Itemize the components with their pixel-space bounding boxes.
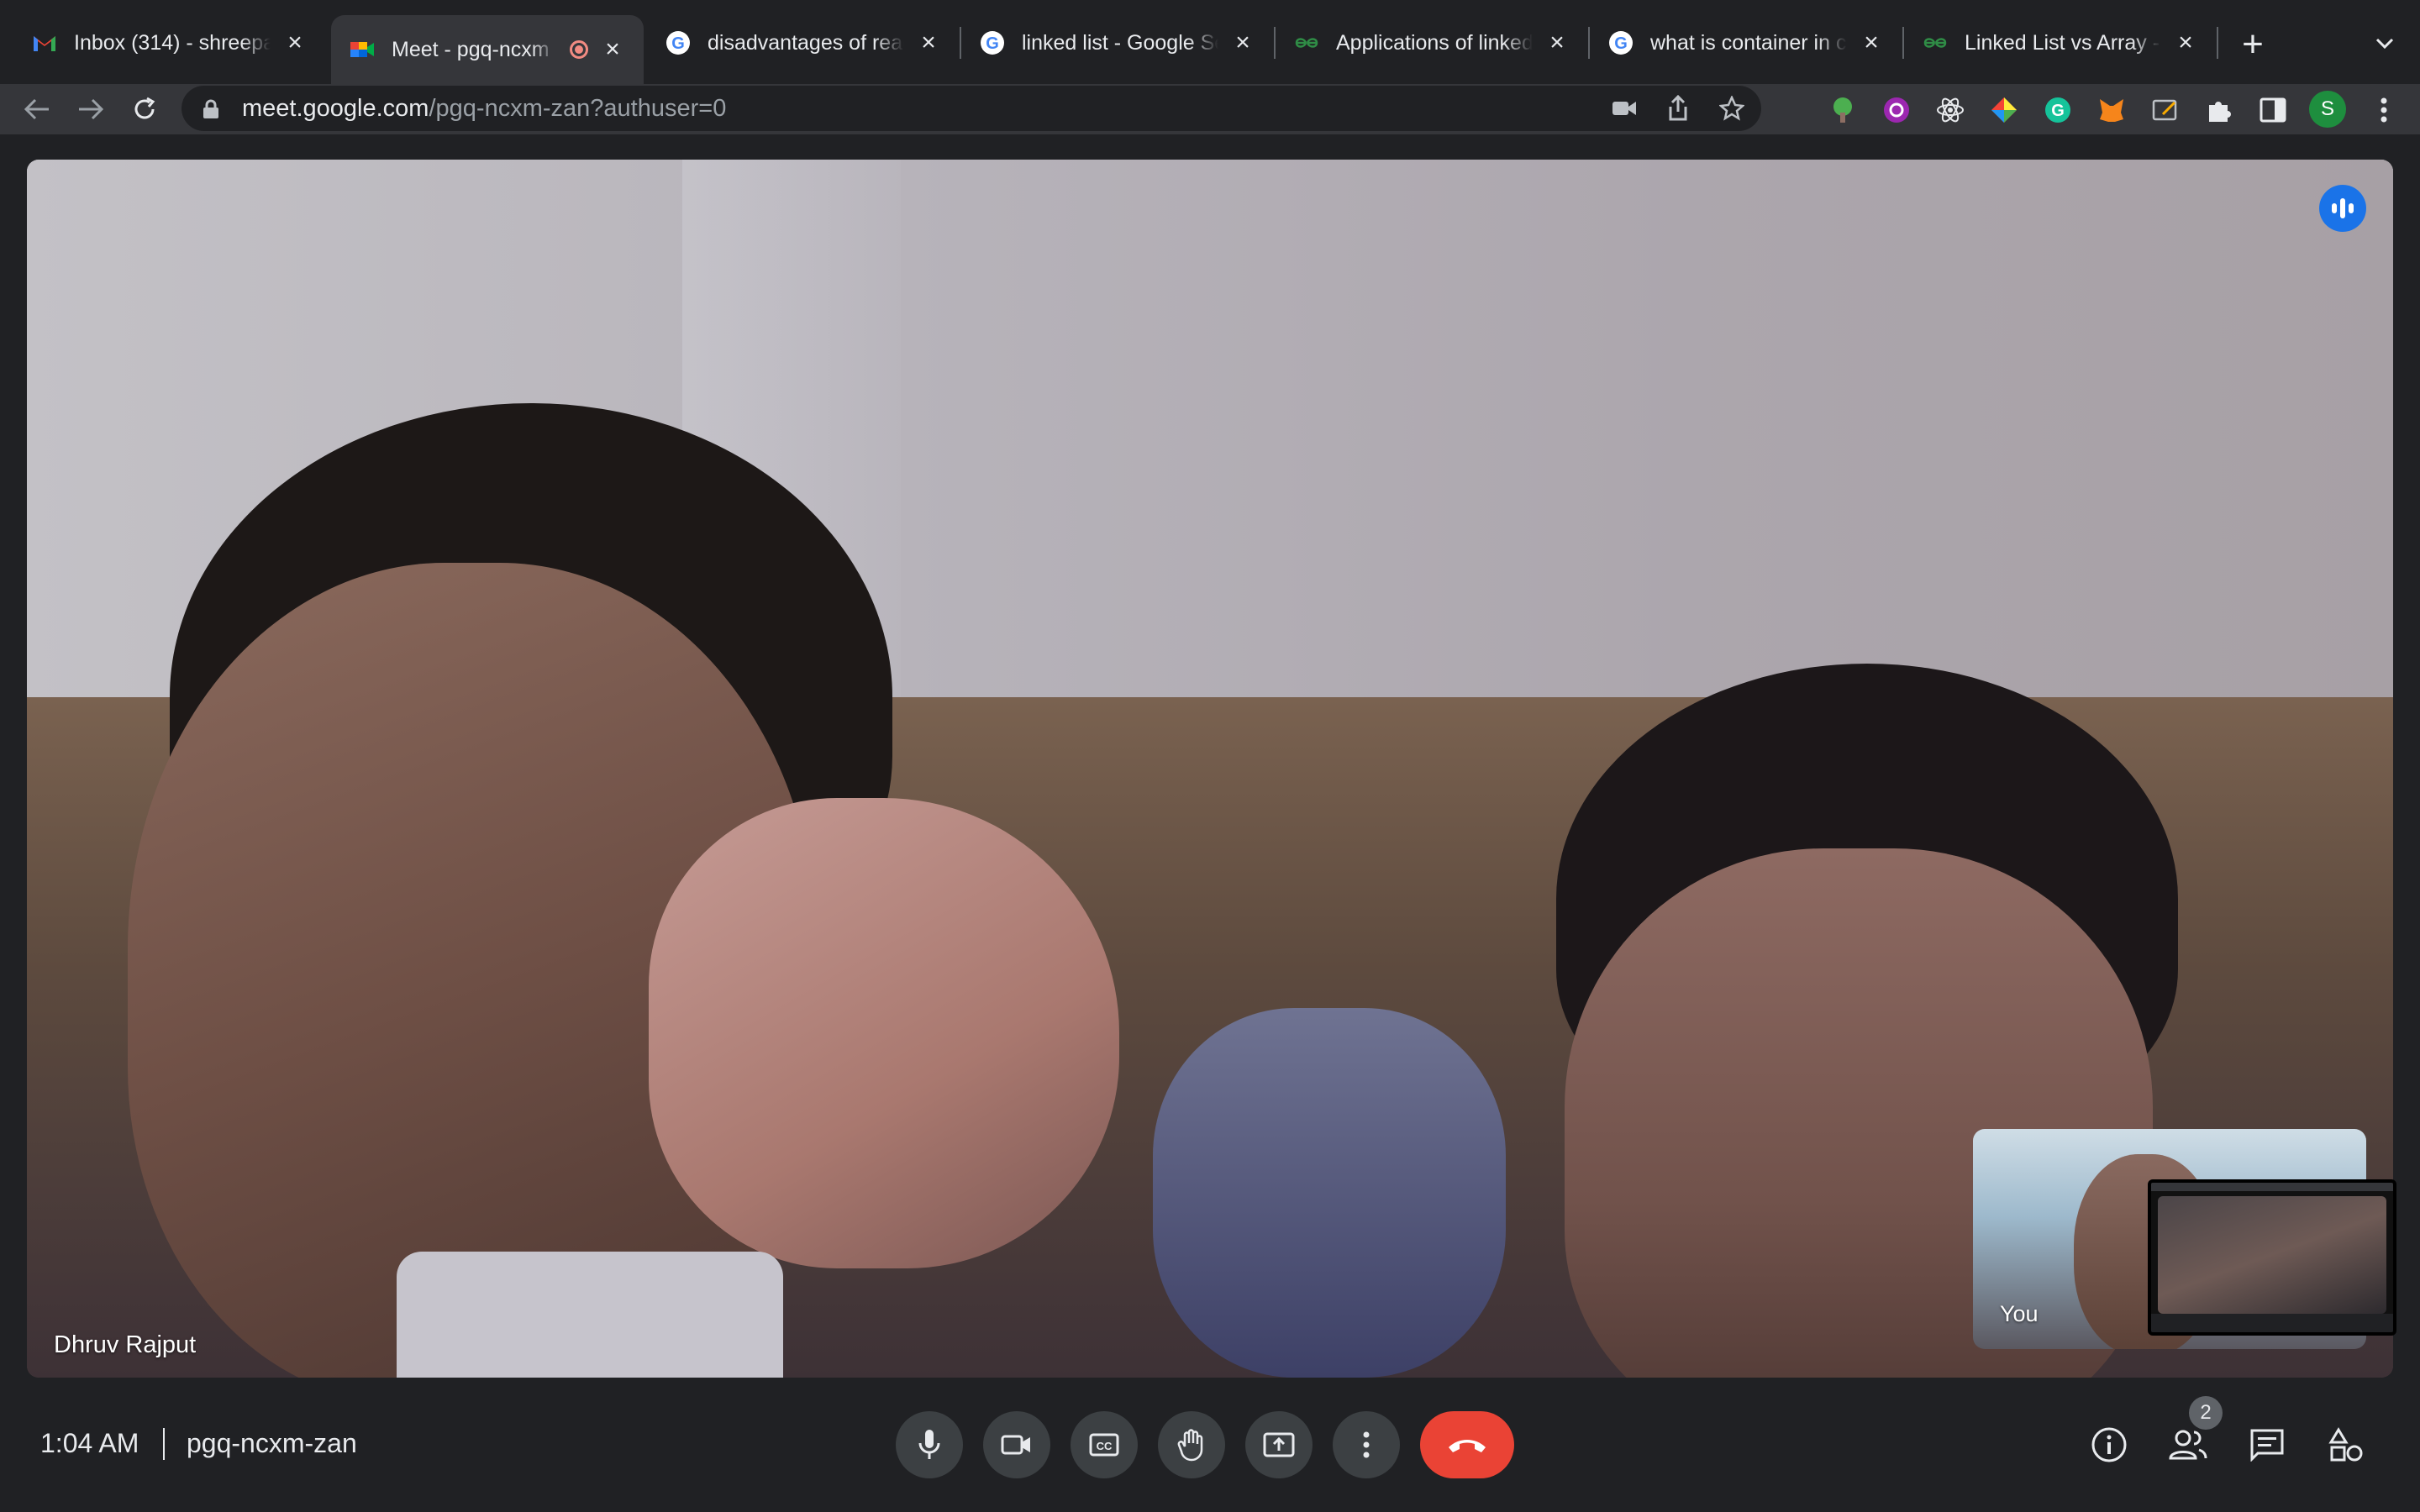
people-icon bbox=[2169, 1430, 2207, 1460]
lock-icon[interactable] bbox=[202, 98, 220, 118]
participant-name-label: Dhruv Rajput bbox=[54, 1331, 197, 1358]
captions-button[interactable]: CC bbox=[1071, 1411, 1138, 1478]
thumbnail-tab-strip bbox=[2151, 1183, 2393, 1191]
tab-google-search-disadvantages[interactable]: G disadvantages of read × bbox=[647, 15, 960, 71]
tab-strip: Inbox (314) - shreepa × Meet - pgq-ncxm … bbox=[0, 0, 2420, 84]
close-tab-icon[interactable]: × bbox=[600, 35, 625, 63]
meeting-details-button[interactable] bbox=[2082, 1418, 2136, 1472]
close-tab-icon[interactable]: × bbox=[2173, 29, 2198, 56]
address-bar[interactable]: meet.google.com/pgq-ncxm-zan?authuser=0 bbox=[182, 86, 1761, 131]
more-vert-icon bbox=[1363, 1431, 1370, 1458]
grammarly-icon[interactable]: G bbox=[2042, 94, 2074, 126]
notes-extension-icon[interactable] bbox=[2149, 94, 2181, 126]
react-devtools-icon[interactable] bbox=[1934, 94, 1966, 126]
tab-title: disadvantages of read bbox=[708, 30, 904, 55]
extensions-puzzle-icon[interactable] bbox=[2203, 94, 2235, 126]
close-tab-icon[interactable]: × bbox=[1859, 29, 1884, 56]
tab-title: linked list - Google Se bbox=[1022, 30, 1218, 55]
microphone-icon bbox=[918, 1430, 940, 1459]
tab-title: Inbox (314) - shreepa bbox=[74, 30, 271, 55]
tab-title: Linked List vs Array - bbox=[1965, 30, 2160, 55]
speaking-indicator-icon bbox=[2319, 185, 2366, 232]
meeting-time: 1:04 AM bbox=[40, 1428, 139, 1458]
color-picker-extension-icon[interactable] bbox=[1988, 94, 2020, 126]
svg-text:CC: CC bbox=[1097, 1440, 1113, 1452]
meet-stage: Dhruv Rajput You bbox=[0, 134, 2420, 1512]
profile-avatar[interactable]: S bbox=[2309, 91, 2346, 128]
geeksforgeeks-icon bbox=[1923, 30, 1948, 55]
reload-icon[interactable] bbox=[126, 91, 163, 128]
camera-button[interactable] bbox=[983, 1411, 1050, 1478]
meet-control-bar: 1:04 AM pgq-ncxm-zan CC 2 bbox=[0, 1378, 2420, 1512]
forward-arrow-icon[interactable] bbox=[72, 91, 109, 128]
present-screen-button[interactable] bbox=[1245, 1411, 1313, 1478]
share-icon[interactable] bbox=[1660, 91, 1696, 126]
tab-title: what is container in cl bbox=[1650, 30, 1847, 55]
activities-button[interactable] bbox=[2319, 1418, 2373, 1472]
url-host: meet.google.com bbox=[242, 94, 429, 122]
thumbnail-control-bar bbox=[2151, 1314, 2393, 1332]
chat-icon bbox=[2250, 1429, 2284, 1462]
tree-extension-icon[interactable] bbox=[1827, 94, 1859, 126]
meeting-info-divider bbox=[163, 1428, 165, 1460]
close-tab-icon[interactable]: × bbox=[282, 29, 308, 56]
tab-google-meet[interactable]: Meet - pgq-ncxm × bbox=[331, 15, 644, 84]
new-tab-button[interactable]: + bbox=[2232, 24, 2274, 66]
google-meet-icon bbox=[350, 37, 375, 62]
raise-hand-button[interactable] bbox=[1158, 1411, 1225, 1478]
meeting-code: pgq-ncxm-zan bbox=[187, 1428, 357, 1458]
google-icon: G bbox=[980, 30, 1005, 55]
participant-shirt bbox=[397, 1252, 783, 1378]
info-icon bbox=[2091, 1427, 2127, 1462]
chat-button[interactable] bbox=[2240, 1418, 2294, 1472]
bookmark-star-icon[interactable] bbox=[1714, 91, 1749, 126]
camera-in-use-icon[interactable] bbox=[1607, 91, 1642, 126]
tab-title: Meet - pgq-ncxm bbox=[392, 37, 550, 61]
present-screen-icon bbox=[1263, 1432, 1295, 1457]
browser-menu-icon[interactable] bbox=[2368, 94, 2400, 126]
tab-gfg-applications[interactable]: Applications of linked × bbox=[1276, 15, 1588, 71]
thumbnail-video bbox=[2158, 1196, 2386, 1314]
leave-call-button[interactable] bbox=[1420, 1411, 1514, 1478]
more-options-button[interactable] bbox=[1333, 1411, 1400, 1478]
closed-captions-icon: CC bbox=[1089, 1433, 1119, 1457]
geeksforgeeks-icon bbox=[1294, 30, 1319, 55]
raise-hand-icon bbox=[1177, 1429, 1203, 1462]
tab-google-search-container[interactable]: G what is container in cl × bbox=[1590, 15, 1902, 71]
metamask-fox-icon[interactable] bbox=[2096, 94, 2128, 126]
google-icon: G bbox=[1608, 30, 1634, 55]
presentation-thumbnail[interactable] bbox=[2148, 1179, 2396, 1336]
video-camera-icon bbox=[1001, 1435, 1030, 1455]
pillow bbox=[1153, 1008, 1506, 1378]
svg-text:G: G bbox=[1614, 34, 1628, 53]
gmail-icon bbox=[32, 30, 57, 55]
recording-icon bbox=[570, 40, 588, 59]
close-tab-icon[interactable]: × bbox=[1544, 29, 1570, 56]
back-arrow-icon[interactable] bbox=[18, 91, 55, 128]
google-icon: G bbox=[666, 30, 691, 55]
self-view-label: You bbox=[2000, 1301, 2039, 1326]
tab-separator bbox=[2217, 27, 2218, 59]
tab-title: Applications of linked bbox=[1336, 30, 1533, 55]
end-call-icon bbox=[1449, 1440, 1486, 1452]
activities-shapes-icon bbox=[2328, 1427, 2363, 1462]
side-panel-icon[interactable] bbox=[2257, 94, 2289, 126]
url-path: /pgq-ncxm-zan?authuser=0 bbox=[429, 94, 727, 122]
tab-search-chevron-down-icon[interactable] bbox=[2366, 25, 2403, 62]
tab-gmail-inbox[interactable]: Inbox (314) - shreepa × bbox=[13, 15, 326, 71]
close-tab-icon[interactable]: × bbox=[916, 29, 941, 56]
close-tab-icon[interactable]: × bbox=[1230, 29, 1255, 56]
svg-text:G: G bbox=[986, 34, 999, 53]
participants-count-badge: 2 bbox=[2189, 1396, 2223, 1430]
svg-text:G: G bbox=[671, 34, 685, 53]
purple-extension-icon[interactable] bbox=[1881, 94, 1912, 126]
browser-toolbar: meet.google.com/pgq-ncxm-zan?authuser=0 … bbox=[0, 84, 2420, 134]
tab-google-search-linked-list[interactable]: G linked list - Google Se × bbox=[961, 15, 1274, 71]
tab-gfg-linked-list-vs-array[interactable]: Linked List vs Array - × bbox=[1904, 15, 2217, 71]
participant-hand bbox=[649, 798, 1119, 1268]
svg-text:G: G bbox=[2051, 102, 2065, 120]
microphone-button[interactable] bbox=[896, 1411, 963, 1478]
